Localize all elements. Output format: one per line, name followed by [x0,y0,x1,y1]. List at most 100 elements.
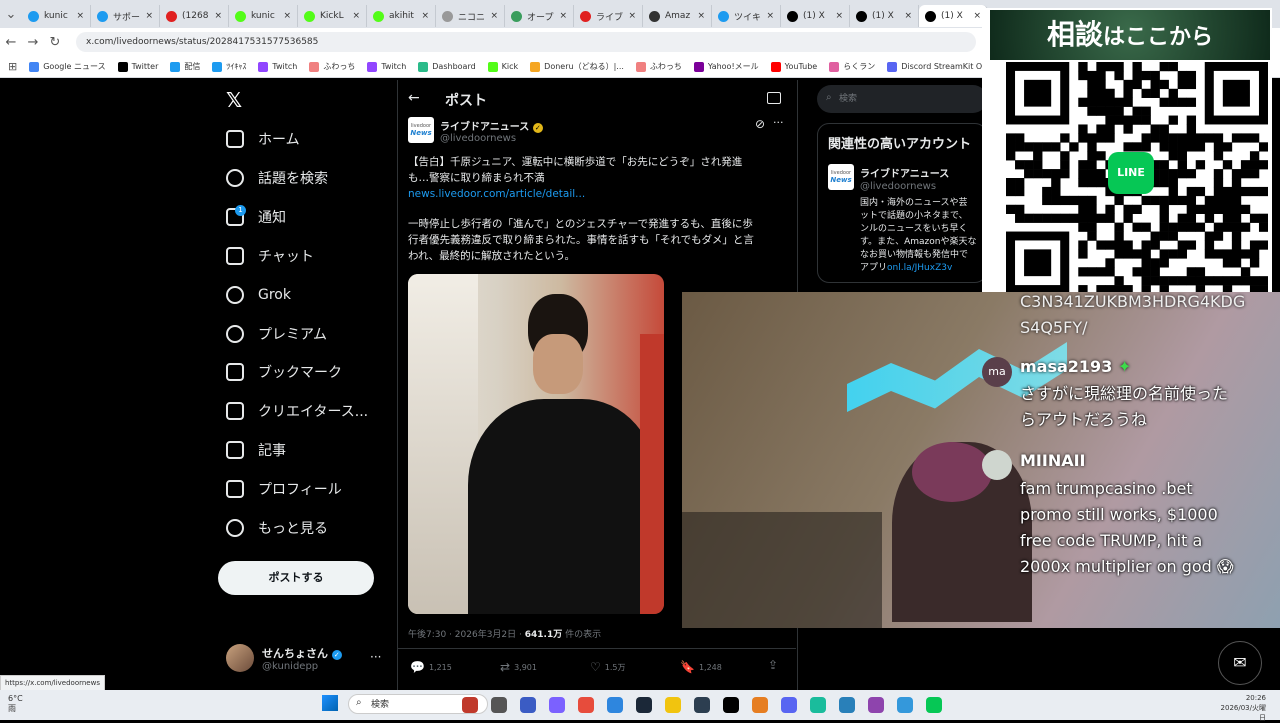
bookmark-item[interactable]: Doneru（どねる）|... [530,61,624,72]
system-clock[interactable]: 20:26 2026/03/火曜日 [1220,693,1266,723]
reply-button[interactable]: 💬 1,215 [410,660,452,674]
sidebar-item-grok[interactable]: Grok [226,283,291,307]
tab-close-icon[interactable]: × [904,11,912,21]
taskbar-app-icon[interactable] [607,697,623,713]
taskbar-app-icon[interactable] [549,697,565,713]
sidebar-item-more[interactable]: もっと見る [226,516,328,540]
tab-close-icon[interactable]: × [283,11,291,21]
bookmark-item[interactable]: Twitch [258,61,297,72]
like-button[interactable]: ♡ 1.5万 [590,660,626,674]
post-more-icon[interactable]: ··· [773,116,784,129]
tab-close-icon[interactable]: × [145,11,153,21]
browser-tab[interactable]: (1) X × [850,5,919,27]
reload-icon[interactable]: ↻ [44,35,66,50]
taskbar-app-icon[interactable] [665,697,681,713]
bookmark-item[interactable]: ﾂｲｷｬｽ [212,61,246,72]
bookmark-item[interactable]: Twitch [367,61,406,72]
taskbar-app-icon[interactable] [520,697,536,713]
taskbar-app-icon[interactable] [868,697,884,713]
bookmark-item[interactable]: Google ニュース [29,61,106,72]
tab-close-icon[interactable]: × [766,11,774,21]
browser-tab[interactable]: kunic × [229,5,298,27]
reader-icon[interactable] [767,92,781,104]
account-switcher[interactable]: せんちょさん ✓ @kunidepp [226,644,342,672]
tab-close-icon[interactable]: × [421,11,429,21]
repost-button[interactable]: ⇄ 3,901 [500,660,537,674]
browser-tab[interactable]: KickL × [298,5,367,27]
browser-tab[interactable]: (1) X × [919,5,988,27]
tab-list-icon[interactable]: ⌄ [0,7,22,22]
tab-close-icon[interactable]: × [214,11,222,21]
browser-tab[interactable]: Amaz × [643,5,712,27]
messages-fab-icon[interactable]: ✉ [1218,641,1262,685]
taskbar-app-icon[interactable] [810,697,826,713]
author-handle[interactable]: @livedoornews [440,133,516,144]
tab-close-icon[interactable]: × [697,11,705,21]
weather-widget[interactable]: 6°C 雨 [8,694,23,714]
tab-close-icon[interactable]: × [835,11,843,21]
x-logo-icon[interactable]: 𝕏 [226,88,242,112]
taskbar-app-icon[interactable] [462,697,478,713]
tab-close-icon[interactable]: × [973,11,981,21]
account-more-icon[interactable]: ··· [370,650,381,664]
taskbar-app-icon[interactable] [752,697,768,713]
grok-icon[interactable]: ⊘ [755,117,765,131]
browser-tab[interactable]: サポー × [91,5,160,27]
taskbar-app-icon[interactable] [491,697,507,713]
post-image[interactable] [408,274,664,614]
apps-icon[interactable]: ⊞ [8,60,17,73]
browser-tab[interactable]: kunic × [22,5,91,27]
browser-tab[interactable]: ツイキ × [712,5,781,27]
sidebar-item-bookmark[interactable]: ブックマーク [226,360,342,384]
sidebar-item-profile[interactable]: プロフィール [226,477,342,501]
sidebar-item-home[interactable]: ホーム [226,127,300,151]
bookmark-item[interactable]: ふわっち [309,61,355,72]
bookmark-item[interactable]: YouTube [770,61,817,72]
browser-tab[interactable]: (1268 × [160,5,229,27]
taskbar-app-icon[interactable] [926,697,942,713]
taskbar-app-icon[interactable] [578,697,594,713]
bookmark-button[interactable]: 🔖 1,248 [680,660,722,674]
forward-icon[interactable]: → [22,35,44,50]
related-handle[interactable]: @livedoornews [860,181,936,192]
bookmark-item[interactable]: 配信 [170,61,200,72]
taskbar-app-icon[interactable] [897,697,913,713]
taskbar-app-icon[interactable] [781,697,797,713]
share-icon[interactable]: ⇪ [768,658,778,672]
tab-close-icon[interactable]: × [352,11,360,21]
bookmark-item[interactable]: Discord StreamKit O... [887,61,990,72]
sidebar-item-chat[interactable]: チャット [226,244,314,268]
tab-close-icon[interactable]: × [76,11,84,21]
bookmark-item[interactable]: Yahoo!メール [693,61,759,72]
bookmark-item[interactable]: Twitter [117,61,158,72]
back-arrow-icon[interactable]: ← [408,90,420,106]
post-button[interactable]: ポストする [218,561,374,595]
tab-close-icon[interactable]: × [559,11,567,21]
tab-close-icon[interactable]: × [628,11,636,21]
search-input[interactable]: 検索 [817,85,987,113]
browser-tab[interactable]: ライブ × [574,5,643,27]
related-name[interactable]: ライブドアニュース [860,165,949,180]
browser-tab[interactable]: akihit × [367,5,436,27]
article-link[interactable]: news.livedoor.com/article/detail... [408,186,786,202]
bookmark-item[interactable]: ふわっち [635,61,682,72]
sidebar-item-article[interactable]: 記事 [226,438,286,462]
bookmark-item[interactable]: らくラン [829,61,875,72]
back-icon[interactable]: ← [0,35,22,50]
taskbar-app-icon[interactable] [839,697,855,713]
url-input[interactable]: x.com/livedoornews/status/20284175315775… [76,32,976,52]
windows-start-icon[interactable] [322,695,338,711]
author-name[interactable]: ライブドアニュース ✓ [440,118,543,133]
browser-tab[interactable]: (1) X × [781,5,850,27]
livedoor-logo[interactable]: livedoor News [408,117,434,143]
taskbar-app-icon[interactable] [723,697,739,713]
tab-close-icon[interactable]: × [490,11,498,21]
bookmark-item[interactable]: Dashboard [418,61,476,72]
sidebar-item-explore[interactable]: 話題を検索 [226,166,328,190]
sidebar-item-creator[interactable]: クリエイタース... [226,399,368,423]
sidebar-item-premium[interactable]: プレミアム [226,322,327,346]
browser-tab[interactable]: オープ × [505,5,574,27]
related-logo[interactable]: livedoor News [828,164,854,190]
browser-tab[interactable]: ニコニ × [436,5,505,27]
taskbar-app-icon[interactable] [636,697,652,713]
